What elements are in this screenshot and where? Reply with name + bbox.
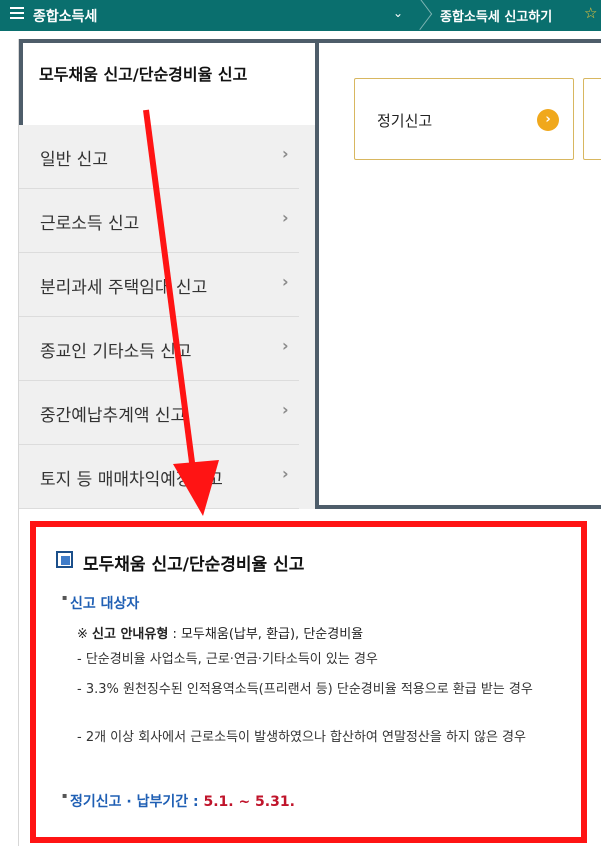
submenu-item-label: 근로소득 신고	[40, 214, 140, 234]
note-rest: : 모두채움(납부, 환급), 단순경비율	[168, 627, 364, 642]
info-title: 모두채움 신고/단순경비율 신고	[83, 555, 305, 575]
menu-panel-top-border	[319, 39, 601, 43]
target-line-1: - 단순경비율 사업소득, 근로·연금·기타소득이 있는 경우	[77, 652, 378, 667]
menu-panel-bottom-border	[319, 505, 601, 509]
tile-label: 정기신고	[377, 112, 433, 130]
submenu-item-label: 토지 등 매매차익예정신고	[40, 470, 223, 490]
chevron-right-icon: ›	[282, 272, 289, 291]
arrow-circle-icon: ›	[537, 109, 559, 131]
tile-partial[interactable]	[583, 78, 601, 160]
target-line-2: - 3.3% 원천징수된 인적용역소득(프리랜서 등) 단순경비율 적용으로 환…	[77, 682, 533, 697]
submenu-item-label: 중간예납추계액 신고	[40, 406, 187, 426]
target-line-3: - 2개 이상 회사에서 근로소득이 발생하였으나 합산하여 연말정산을 하지 …	[77, 730, 526, 745]
submenu-item-religious[interactable]: 종교인 기타소득 신고 ›	[19, 317, 299, 381]
submenu-item-label: 분리과세 주택임대 신고	[40, 278, 208, 298]
submenu-item-label: 일반 신고	[40, 150, 108, 170]
submenu-item-general[interactable]: 일반 신고 ›	[19, 125, 299, 189]
section-title[interactable]: 종합소득세	[33, 6, 97, 26]
submenu-item-interim-prepayment[interactable]: 중간예납추계액 신고 ›	[19, 381, 299, 445]
hamburger-icon[interactable]	[10, 7, 24, 21]
square-bullet-icon	[56, 551, 73, 568]
chevron-right-icon: ›	[282, 144, 289, 163]
breadcrumb-separator	[416, 0, 428, 31]
chevron-right-icon: ›	[282, 464, 289, 483]
active-menu-item[interactable]: 모두채움 신고/단순경비율 신고	[19, 39, 319, 125]
submenu-list: 일반 신고 › 근로소득 신고 › 분리과세 주택임대 신고 › 종교인 기타소…	[19, 125, 319, 509]
period-label: 정기신고 · 납부기간 :	[70, 794, 204, 810]
note-prefix: ※	[77, 627, 93, 642]
submenu-item-earned-income[interactable]: 근로소득 신고 ›	[19, 189, 299, 253]
period-dates: 5.1. ~ 5.31.	[203, 794, 295, 810]
chevron-right-icon: ›	[282, 336, 289, 355]
star-icon[interactable]: ☆	[584, 4, 597, 22]
submenu-item-housing-rental[interactable]: 분리과세 주택임대 신고 ›	[19, 253, 299, 317]
submenu-item-label: 종교인 기타소득 신고	[40, 342, 192, 362]
breadcrumb-current[interactable]: 종합소득세 신고하기	[440, 6, 552, 25]
target-heading: 신고 대상자	[62, 593, 139, 613]
top-navigation-bar: 종합소득세 ⌄ 종합소득세 신고하기 ☆	[0, 0, 601, 31]
tile-regular-filing[interactable]: 정기신고 ›	[354, 78, 574, 160]
chevron-right-icon: ›	[282, 208, 289, 227]
active-menu-label: 모두채움 신고/단순경비율 신고	[39, 65, 248, 84]
guide-type-note: ※ 신고 안내유형 : 모두채움(납부, 환급), 단순경비율	[77, 623, 363, 642]
chevron-down-icon[interactable]: ⌄	[393, 6, 403, 20]
chevron-right-icon: ›	[282, 400, 289, 419]
filing-period: 정기신고 · 납부기간 : 5.1. ~ 5.31.	[62, 791, 295, 811]
note-bold: 신고 안내유형	[92, 627, 169, 642]
info-box: 모두채움 신고/단순경비율 신고 신고 대상자 ※ 신고 안내유형 : 모두채움…	[30, 521, 587, 843]
submenu-item-land-sale[interactable]: 토지 등 매매차익예정신고 ›	[19, 445, 299, 509]
